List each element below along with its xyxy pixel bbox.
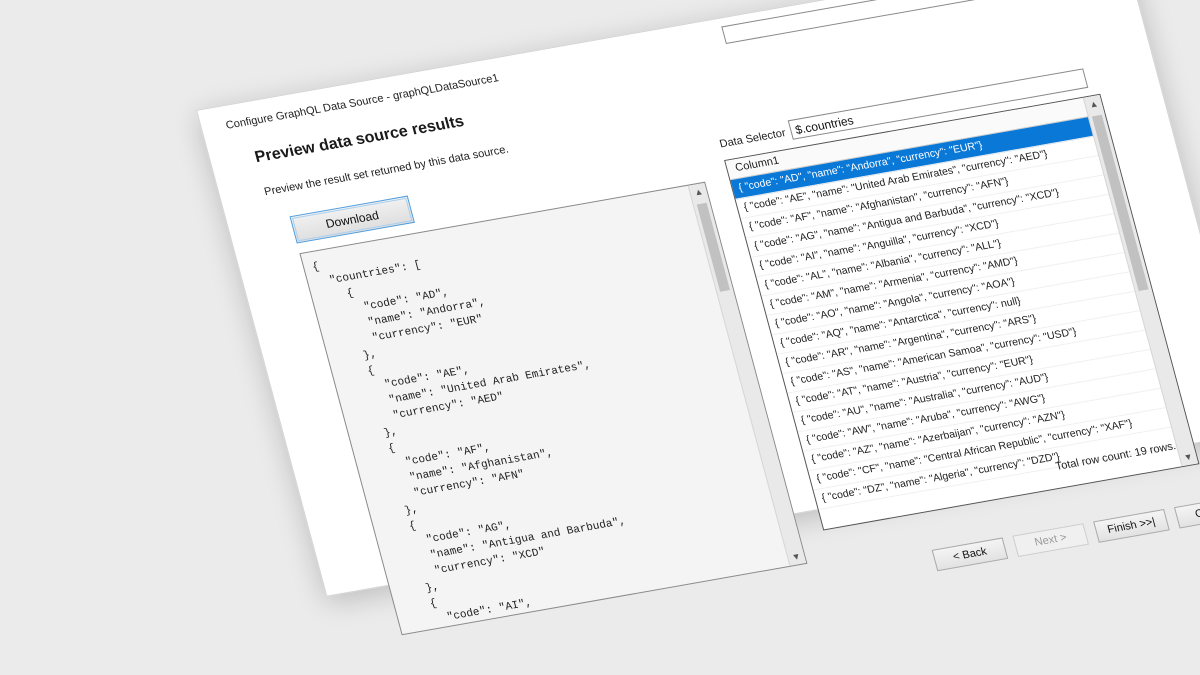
scroll-down-icon[interactable]: ▼ [1178, 448, 1198, 466]
configure-graphql-dialog: Configure GraphQL Data Source - graphQLD… [196, 0, 1200, 636]
json-preview-text: { "countries": [ { "code": "AD", "name":… [311, 259, 628, 636]
cancel-button[interactable]: Cancel [1173, 494, 1200, 529]
back-button[interactable]: < Back [931, 537, 1009, 572]
scroll-down-icon[interactable]: ▼ [786, 547, 806, 565]
scroll-up-icon[interactable]: ▲ [689, 183, 709, 201]
results-grid[interactable]: Column1 { "code": "AD", "name": "Andorra… [724, 93, 1200, 531]
next-button[interactable]: Next > [1012, 523, 1090, 558]
json-scroll-thumb[interactable] [696, 202, 730, 292]
scroll-up-icon[interactable]: ▲ [1084, 95, 1104, 113]
finish-button[interactable]: Finish >>| [1093, 508, 1170, 543]
data-selector-label: Data Selector [718, 127, 788, 151]
title-bar-field [721, 0, 1063, 44]
json-preview-panel[interactable]: { "countries": [ { "code": "AD", "name":… [299, 181, 808, 636]
